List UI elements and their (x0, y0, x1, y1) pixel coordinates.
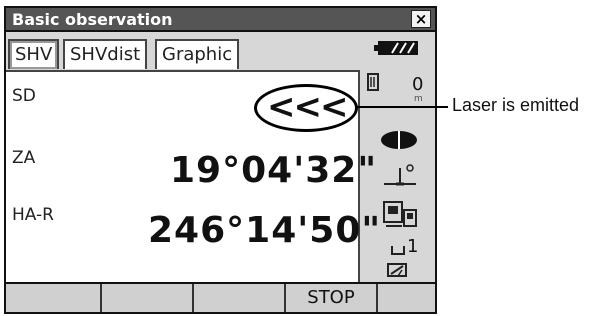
mode-icon (382, 200, 418, 234)
page-indicator: 1 (390, 236, 430, 258)
tab-shvdist[interactable]: SHVdist (63, 39, 148, 69)
window-title: Basic observation (12, 10, 173, 29)
har-label: HA-R (12, 205, 54, 225)
laser-annotation: Laser is emitted (452, 95, 580, 115)
stop-button[interactable]: STOP (286, 284, 378, 312)
softkey-1[interactable] (6, 284, 102, 312)
tab-graphic[interactable]: Graphic (155, 39, 240, 69)
title-bar: Basic observation × (4, 6, 437, 32)
battery-icon (374, 40, 420, 60)
tilt-icon (382, 162, 418, 192)
za-value: 19°04'32" (170, 150, 378, 191)
sd-label: SD (12, 86, 36, 106)
softkey-5[interactable] (378, 284, 435, 312)
page-number: 1 (407, 236, 419, 257)
status-sidebar: 0 m 1 (362, 34, 433, 284)
softkey-bar: STOP (4, 282, 437, 314)
signal-value: 0 (412, 74, 424, 95)
laser-indicator-highlight (254, 84, 358, 132)
signal-icon (366, 72, 382, 96)
softkey-2[interactable] (102, 284, 194, 312)
softkey-3[interactable] (194, 284, 286, 312)
signal-unit: m (414, 94, 423, 104)
za-label: ZA (12, 148, 36, 168)
target-icon (380, 130, 418, 154)
tab-shv[interactable]: SHV (8, 39, 60, 69)
annotation-line (356, 106, 448, 108)
input-mode-icon (386, 262, 410, 284)
close-button[interactable]: × (411, 10, 431, 28)
instrument-screen: Basic observation × SHV SHVdist Graphic … (0, 0, 441, 316)
har-value: 246°14'50" (148, 210, 382, 251)
